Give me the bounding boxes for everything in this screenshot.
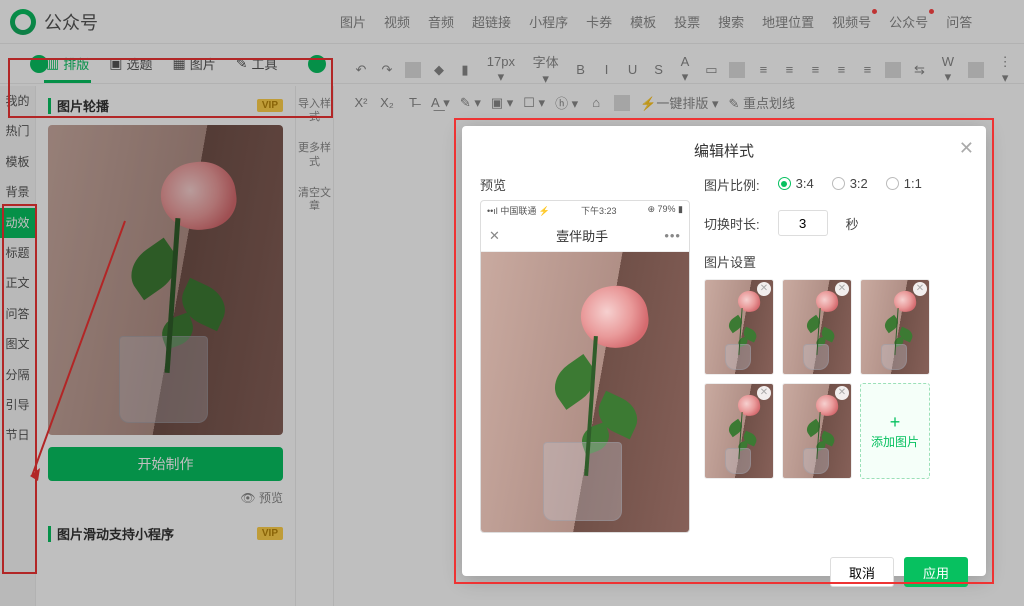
carrier-text: ••ıl 中国联通 ⚡ bbox=[487, 204, 550, 217]
image-thumb[interactable]: ✕ bbox=[782, 279, 852, 375]
phone-more-icon[interactable]: ••• bbox=[664, 228, 681, 243]
ratio-option[interactable]: 1:1 bbox=[886, 176, 922, 191]
ratio-option[interactable]: 3:2 bbox=[832, 176, 868, 191]
remove-thumb-icon[interactable]: ✕ bbox=[757, 282, 771, 296]
cancel-button[interactable]: 取消 bbox=[830, 557, 894, 587]
aspect-ratio-row: 图片比例: 3:4 3:2 1:1 bbox=[704, 175, 968, 194]
phone-app-title: 壹伴助手 bbox=[556, 226, 608, 245]
thumbs-label: 图片设置 bbox=[704, 252, 968, 271]
duration-row: 切换时长: 秒 bbox=[704, 210, 968, 236]
remove-thumb-icon[interactable]: ✕ bbox=[835, 282, 849, 296]
image-thumb[interactable]: ✕ bbox=[704, 383, 774, 479]
image-thumbs: ✕ ✕ ✕ ✕ ✕ +添加图片 bbox=[704, 279, 968, 479]
duration-unit: 秒 bbox=[846, 214, 859, 233]
remove-thumb-icon[interactable]: ✕ bbox=[757, 386, 771, 400]
apply-button[interactable]: 应用 bbox=[904, 557, 968, 587]
ratio-option[interactable]: 3:4 bbox=[778, 176, 814, 191]
modal-title: 编辑样式 bbox=[694, 143, 754, 160]
edit-style-modal: 编辑样式 ✕ 预览 ••ıl 中国联通 ⚡ 下午3:23 ⊕ 79% ▮ ✕ 壹… bbox=[462, 126, 986, 576]
duration-label: 切换时长: bbox=[704, 214, 760, 233]
image-thumb[interactable]: ✕ bbox=[782, 383, 852, 479]
time-text: 下午3:23 bbox=[581, 204, 617, 217]
image-thumb[interactable]: ✕ bbox=[704, 279, 774, 375]
battery-text: ⊕ 79% ▮ bbox=[647, 204, 683, 217]
close-icon[interactable]: ✕ bbox=[959, 138, 974, 159]
image-thumb[interactable]: ✕ bbox=[860, 279, 930, 375]
remove-thumb-icon[interactable]: ✕ bbox=[913, 282, 927, 296]
remove-thumb-icon[interactable]: ✕ bbox=[835, 386, 849, 400]
phone-preview: ••ıl 中国联通 ⚡ 下午3:23 ⊕ 79% ▮ ✕ 壹伴助手 ••• bbox=[480, 200, 690, 533]
phone-close-icon[interactable]: ✕ bbox=[489, 228, 500, 244]
ratio-label: 图片比例: bbox=[704, 175, 760, 194]
add-image-button[interactable]: +添加图片 bbox=[860, 383, 930, 479]
preview-label: 预览 bbox=[480, 175, 690, 194]
duration-input[interactable] bbox=[778, 210, 828, 236]
